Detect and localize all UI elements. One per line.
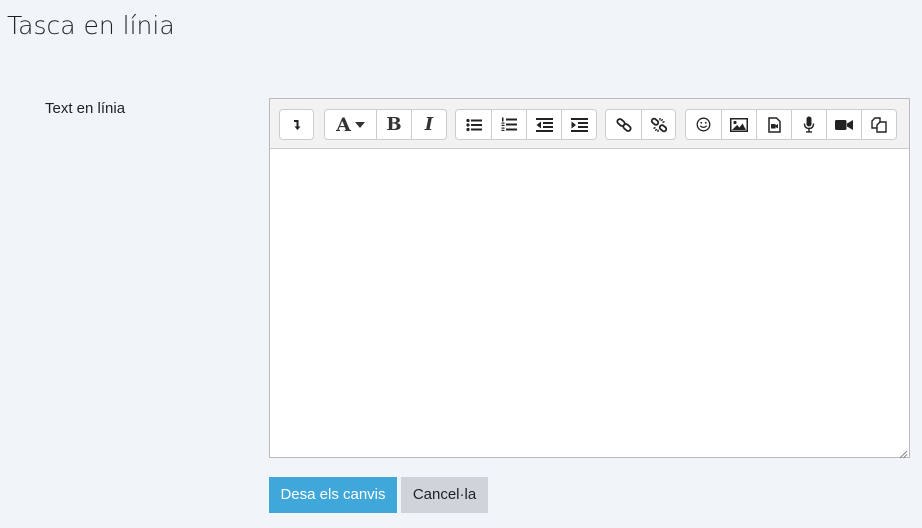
- copy-files-icon: [871, 116, 887, 133]
- font-color-icon: A: [336, 113, 351, 136]
- media-file-icon: [767, 116, 781, 133]
- manage-files-button[interactable]: [861, 110, 896, 139]
- toolbar-group-media: [685, 109, 897, 140]
- link-button[interactable]: [606, 110, 641, 139]
- numbered-list-icon: [501, 117, 517, 132]
- bold-icon: B: [386, 113, 402, 135]
- editor-toolbar: A B I: [270, 99, 909, 149]
- media-button[interactable]: [756, 110, 791, 139]
- unordered-list-button[interactable]: [456, 110, 491, 139]
- emoji-button[interactable]: [686, 110, 721, 139]
- bold-button[interactable]: B: [376, 110, 411, 139]
- video-camera-icon: [835, 119, 853, 131]
- outdent-icon: [535, 117, 553, 132]
- editor-content-area[interactable]: [270, 150, 909, 457]
- toolbar-group-style: A B I: [324, 109, 447, 140]
- toolbar-group-links: [605, 109, 676, 140]
- toolbar-group-lists: [455, 109, 597, 140]
- italic-icon: I: [424, 113, 434, 135]
- indent-button[interactable]: [561, 110, 596, 139]
- outdent-button[interactable]: [526, 110, 561, 139]
- page-title: Tasca en línia: [7, 11, 175, 40]
- font-style-button[interactable]: A: [325, 110, 376, 139]
- italic-button[interactable]: I: [411, 110, 446, 139]
- rich-text-editor: A B I: [269, 98, 910, 459]
- online-text-label: Text en línia: [45, 100, 126, 117]
- image-icon: [730, 117, 748, 132]
- image-button[interactable]: [721, 110, 756, 139]
- resize-handle-icon[interactable]: [898, 446, 908, 459]
- save-changes-button[interactable]: Desa els canvis: [269, 477, 397, 513]
- arrow-down-icon: [291, 118, 303, 132]
- show-more-buttons[interactable]: [280, 110, 313, 139]
- ordered-list-button[interactable]: [491, 110, 526, 139]
- cancel-button[interactable]: Cancel·la: [401, 477, 488, 513]
- bullet-list-icon: [465, 118, 482, 132]
- link-icon: [615, 117, 632, 133]
- unlink-button[interactable]: [641, 110, 675, 139]
- caret-down-icon: [354, 121, 365, 128]
- toolbar-group-more: [279, 109, 314, 140]
- record-audio-button[interactable]: [791, 110, 826, 139]
- microphone-icon: [803, 116, 815, 133]
- indent-icon: [570, 117, 588, 132]
- unlink-icon: [650, 117, 667, 133]
- smiley-icon: [696, 117, 711, 132]
- record-video-button[interactable]: [826, 110, 861, 139]
